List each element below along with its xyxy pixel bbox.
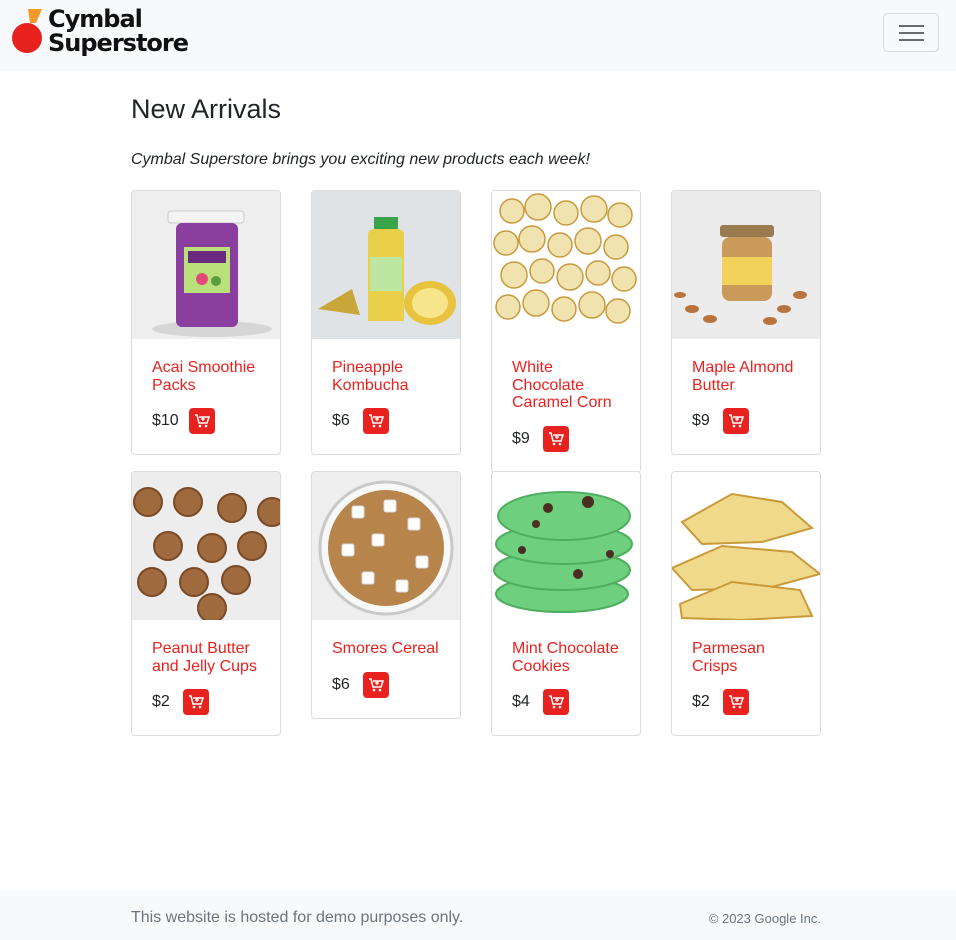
brand-logo[interactable]: Cymbal Superstore — [12, 7, 192, 59]
menu-toggle-button[interactable] — [883, 13, 939, 52]
cart-plus-icon — [549, 431, 564, 445]
add-to-cart-button[interactable] — [183, 689, 209, 715]
add-to-cart-button[interactable] — [363, 671, 389, 698]
product-image[interactable] — [132, 472, 280, 620]
add-to-cart-button[interactable] — [543, 689, 569, 715]
product-image[interactable] — [672, 472, 820, 620]
product-price: $6 — [332, 675, 350, 693]
product-name-link[interactable]: Maple Almond Butter — [692, 359, 800, 394]
product-card: White Chocolate Caramel Corn $9 — [491, 190, 641, 473]
brand-name-line1: Cymbal — [48, 5, 143, 33]
product-price: $2 — [692, 693, 710, 710]
product-name-link[interactable]: Peanut Butter and Jelly Cups — [152, 640, 260, 675]
footer-copyright: © 2023 Google Inc. — [708, 911, 821, 926]
product-name-link[interactable]: Mint Chocolate Cookies — [512, 640, 620, 675]
product-image[interactable] — [132, 191, 280, 339]
brand-name: Cymbal Superstore — [48, 5, 189, 57]
product-name-link[interactable]: Parmesan Crisps — [692, 640, 800, 675]
product-card: Smores Cereal $6 — [311, 471, 461, 719]
add-to-cart-button[interactable] — [723, 689, 749, 715]
product-price: $10 — [152, 412, 179, 429]
navbar: Cymbal Superstore — [0, 0, 956, 71]
product-name-link[interactable]: Acai Smoothie Packs — [152, 359, 260, 394]
cart-plus-icon — [729, 414, 744, 428]
footer: This website is hosted for demo purposes… — [0, 890, 956, 940]
product-price: $4 — [512, 693, 530, 710]
product-card: Peanut Butter and Jelly Cups $2 — [131, 471, 281, 736]
product-card: Pineapple Kombucha $6 — [311, 190, 461, 455]
product-image[interactable] — [312, 191, 460, 339]
cart-plus-icon — [729, 695, 744, 709]
product-name-link[interactable]: Smores Cereal — [332, 640, 440, 658]
cart-plus-icon — [369, 677, 384, 691]
add-to-cart-button[interactable] — [189, 408, 215, 434]
logo-mark-icon — [12, 9, 42, 53]
cart-plus-icon — [195, 414, 210, 428]
product-card: Acai Smoothie Packs $10 — [131, 190, 281, 455]
footer-note: This website is hosted for demo purposes… — [131, 909, 464, 926]
add-to-cart-button[interactable] — [363, 408, 389, 434]
cart-plus-icon — [549, 695, 564, 709]
add-to-cart-button[interactable] — [723, 408, 749, 434]
product-price: $9 — [512, 429, 530, 447]
product-image[interactable] — [672, 191, 820, 339]
product-price: $2 — [152, 693, 170, 710]
page-title: New Arrivals — [131, 94, 282, 124]
product-card: Mint Chocolate Cookies $4 — [491, 471, 641, 736]
brand-name-line2: Superstore — [48, 29, 189, 57]
product-price: $9 — [692, 412, 710, 429]
product-image[interactable] — [312, 472, 460, 620]
product-name-link[interactable]: Pineapple Kombucha — [332, 359, 440, 394]
product-image[interactable] — [492, 191, 640, 339]
product-card: Maple Almond Butter $9 — [671, 190, 821, 455]
cart-plus-icon — [189, 695, 204, 709]
add-to-cart-button[interactable] — [543, 425, 569, 452]
page-subtitle: Cymbal Superstore brings you exciting ne… — [131, 151, 590, 168]
cart-plus-icon — [369, 414, 384, 428]
product-card: Parmesan Crisps $2 — [671, 471, 821, 736]
product-image[interactable] — [492, 472, 640, 620]
product-price: $6 — [332, 412, 350, 429]
product-name-link[interactable]: White Chocolate Caramel Corn — [512, 359, 620, 412]
hamburger-icon — [899, 25, 924, 41]
